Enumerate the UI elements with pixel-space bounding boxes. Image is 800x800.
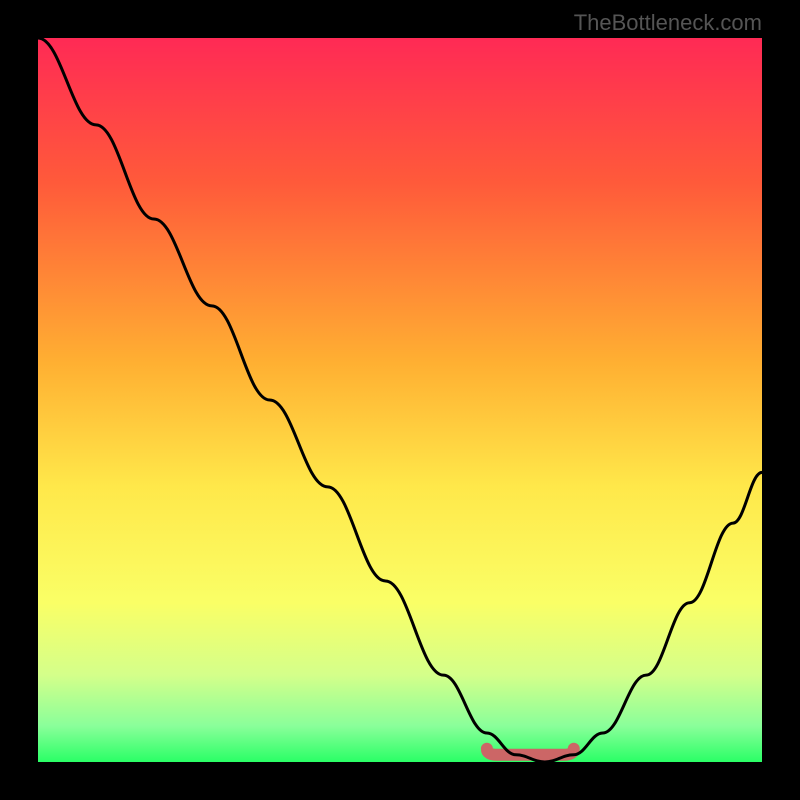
gradient-background bbox=[38, 38, 762, 762]
sweet-spot-marker bbox=[487, 749, 574, 755]
attribution-watermark: TheBottleneck.com bbox=[574, 10, 762, 36]
bottleneck-chart: TheBottleneck.com bbox=[0, 0, 800, 800]
chart-svg bbox=[38, 38, 762, 762]
plot-area bbox=[38, 38, 762, 762]
